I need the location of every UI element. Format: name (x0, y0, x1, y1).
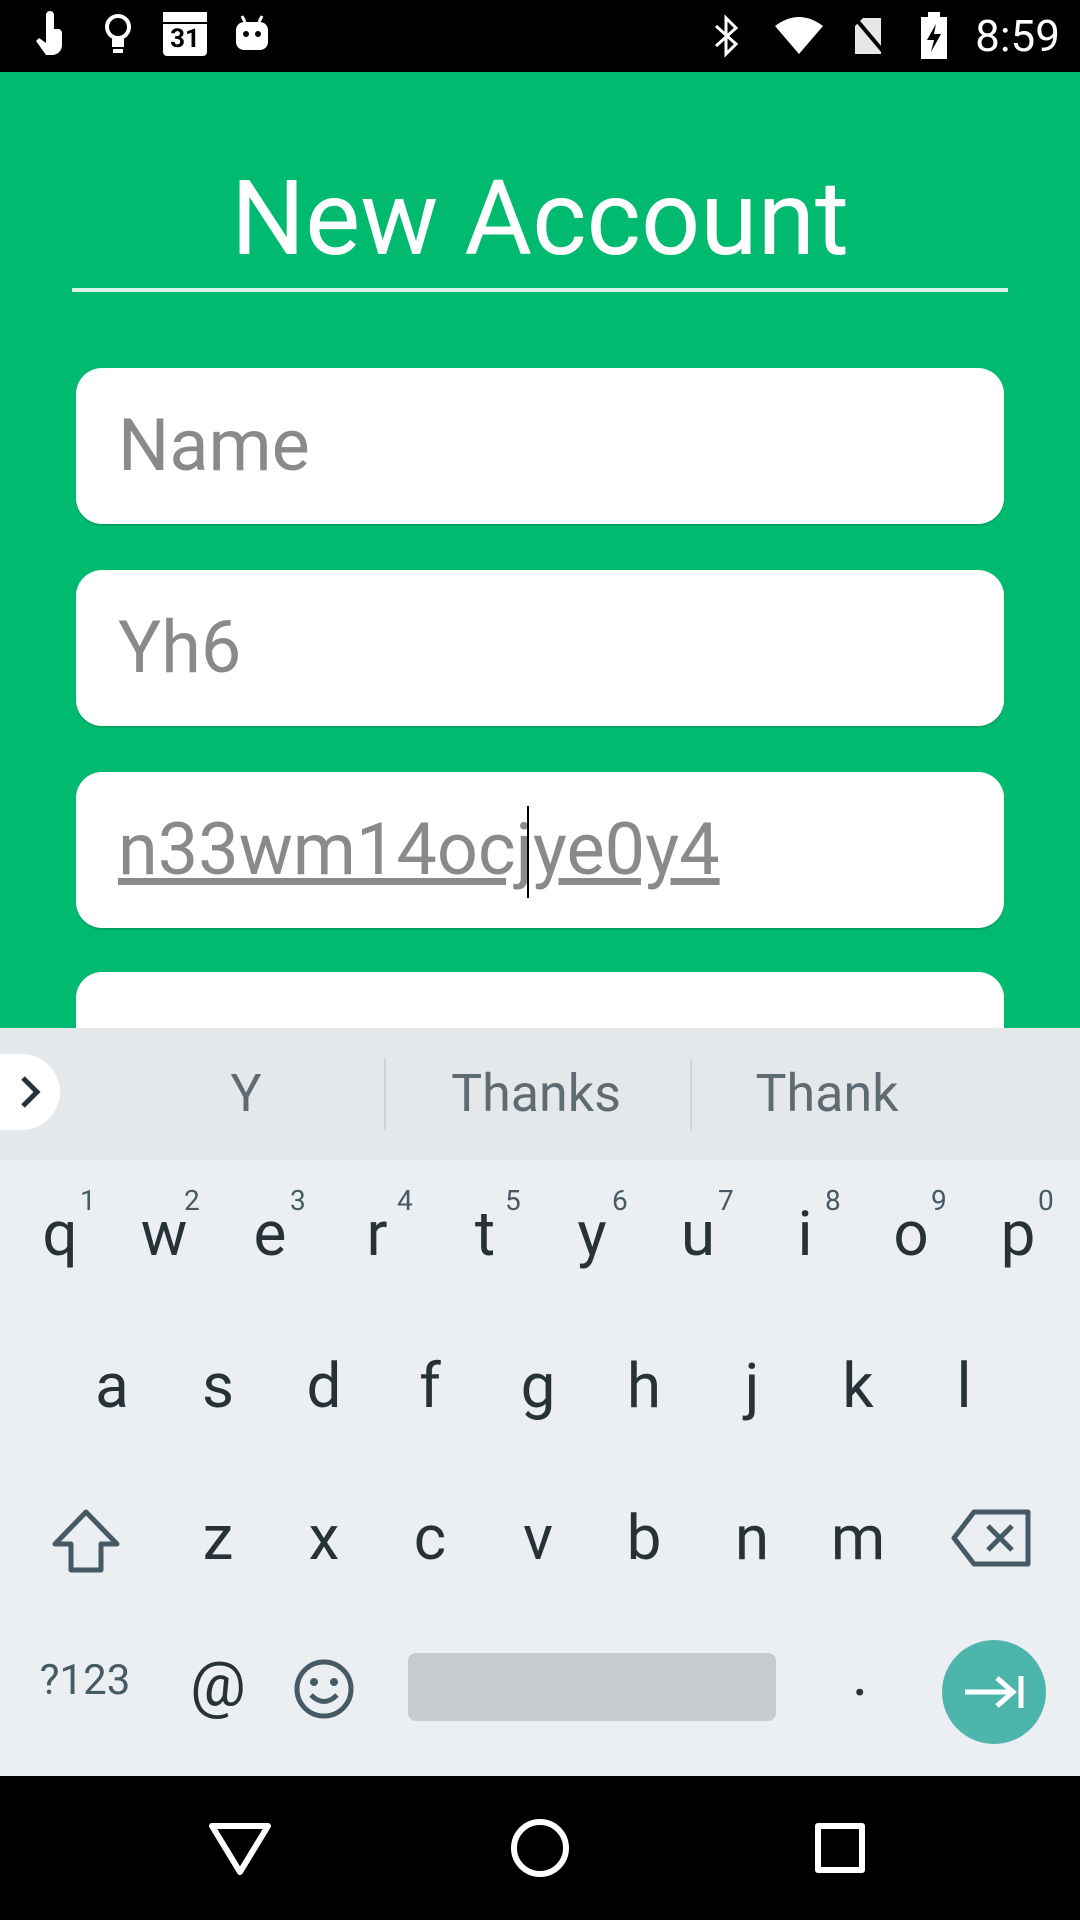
shift-icon (52, 1509, 120, 1573)
second-field[interactable]: Yh6 (76, 570, 1004, 726)
second-field-value: Yh6 (118, 605, 242, 690)
suggestion-3[interactable]: Thank (692, 1063, 962, 1124)
key-hint: 7 (718, 1184, 734, 1217)
key-v[interactable]: v (498, 1502, 578, 1575)
back-button[interactable] (204, 1812, 276, 1884)
android-icon (230, 10, 274, 58)
symbols-key[interactable]: ?123 (30, 1656, 140, 1705)
lightbulb-icon (96, 10, 140, 58)
key-hint: 2 (184, 1184, 200, 1217)
recents-button[interactable] (804, 1812, 876, 1884)
navigation-bar (0, 1776, 1080, 1920)
text-cursor (527, 806, 529, 898)
key-hint: 1 (80, 1184, 96, 1217)
suggestion-2[interactable]: Thanks (386, 1063, 686, 1124)
space-key[interactable] (408, 1653, 776, 1721)
key-b[interactable]: b (604, 1502, 684, 1575)
key-g[interactable]: g (498, 1350, 578, 1423)
key-hint: 6 (612, 1184, 628, 1217)
key-l[interactable]: l (924, 1350, 1004, 1423)
wifi-icon (773, 12, 825, 60)
back-icon (209, 1823, 271, 1875)
key-d[interactable]: d (284, 1350, 364, 1423)
suggestion-1[interactable]: Y (96, 1063, 396, 1124)
recents-icon (815, 1823, 865, 1873)
bluetooth-icon (705, 12, 749, 60)
key-f[interactable]: f (390, 1350, 470, 1423)
key-a[interactable]: a (72, 1350, 152, 1423)
status-time: 8:59 (975, 10, 1060, 62)
calendar-day: 31 (170, 24, 200, 54)
chevron-right-icon (21, 1076, 41, 1108)
shift-key[interactable] (44, 1506, 128, 1592)
home-icon (511, 1819, 569, 1877)
key-m[interactable]: m (818, 1502, 898, 1575)
key-z[interactable]: z (178, 1502, 258, 1575)
page-title: New Account (230, 159, 850, 280)
key-n[interactable]: n (712, 1502, 792, 1575)
status-bar: 31 8:59 (0, 0, 1080, 72)
key-hint: 0 (1038, 1184, 1054, 1217)
calendar-icon: 31 (162, 10, 208, 58)
name-placeholder: Name (118, 403, 310, 488)
name-field[interactable]: Name (76, 368, 1004, 524)
key-j[interactable]: j (712, 1350, 792, 1423)
key-hint: 9 (931, 1184, 947, 1217)
backspace-icon (951, 1509, 1031, 1567)
key-c[interactable]: c (390, 1502, 470, 1575)
battery-charging-icon (917, 12, 951, 60)
key-s[interactable]: s (178, 1350, 258, 1423)
emoji-key[interactable] (292, 1658, 356, 1736)
key-hint: 4 (397, 1184, 413, 1217)
key-hint: 3 (290, 1184, 306, 1217)
key-hint: 5 (505, 1184, 521, 1217)
key-hint: 8 (825, 1184, 841, 1217)
backspace-key[interactable] (950, 1506, 1034, 1586)
fourth-field[interactable] (76, 972, 1004, 1028)
title-divider (72, 288, 1008, 292)
soft-keyboard: Y Thanks Thank q1w2e3r4t5y6u7i8o9p0 asdf… (0, 1028, 1080, 1776)
new-account-screen: New Account Name Yh6 n33wm14ocjye0y4 (0, 72, 1080, 1028)
at-key[interactable]: @ (186, 1648, 250, 1721)
key-k[interactable]: k (818, 1350, 898, 1423)
touch-icon (30, 10, 74, 58)
no-sim-icon (849, 12, 893, 60)
tab-next-icon (965, 1676, 1024, 1708)
key-h[interactable]: h (604, 1350, 684, 1423)
emoji-icon (294, 1659, 354, 1719)
third-field-value: n33wm14ocjye0y4 (118, 807, 720, 892)
next-field-key[interactable] (942, 1640, 1046, 1744)
period-key[interactable]: . (830, 1638, 890, 1711)
home-button[interactable] (504, 1812, 576, 1884)
suggestion-strip: Y Thanks Thank (0, 1028, 1080, 1160)
expand-suggestions-button[interactable] (0, 1054, 60, 1130)
third-field[interactable]: n33wm14ocjye0y4 (76, 772, 1004, 928)
key-x[interactable]: x (284, 1502, 364, 1575)
